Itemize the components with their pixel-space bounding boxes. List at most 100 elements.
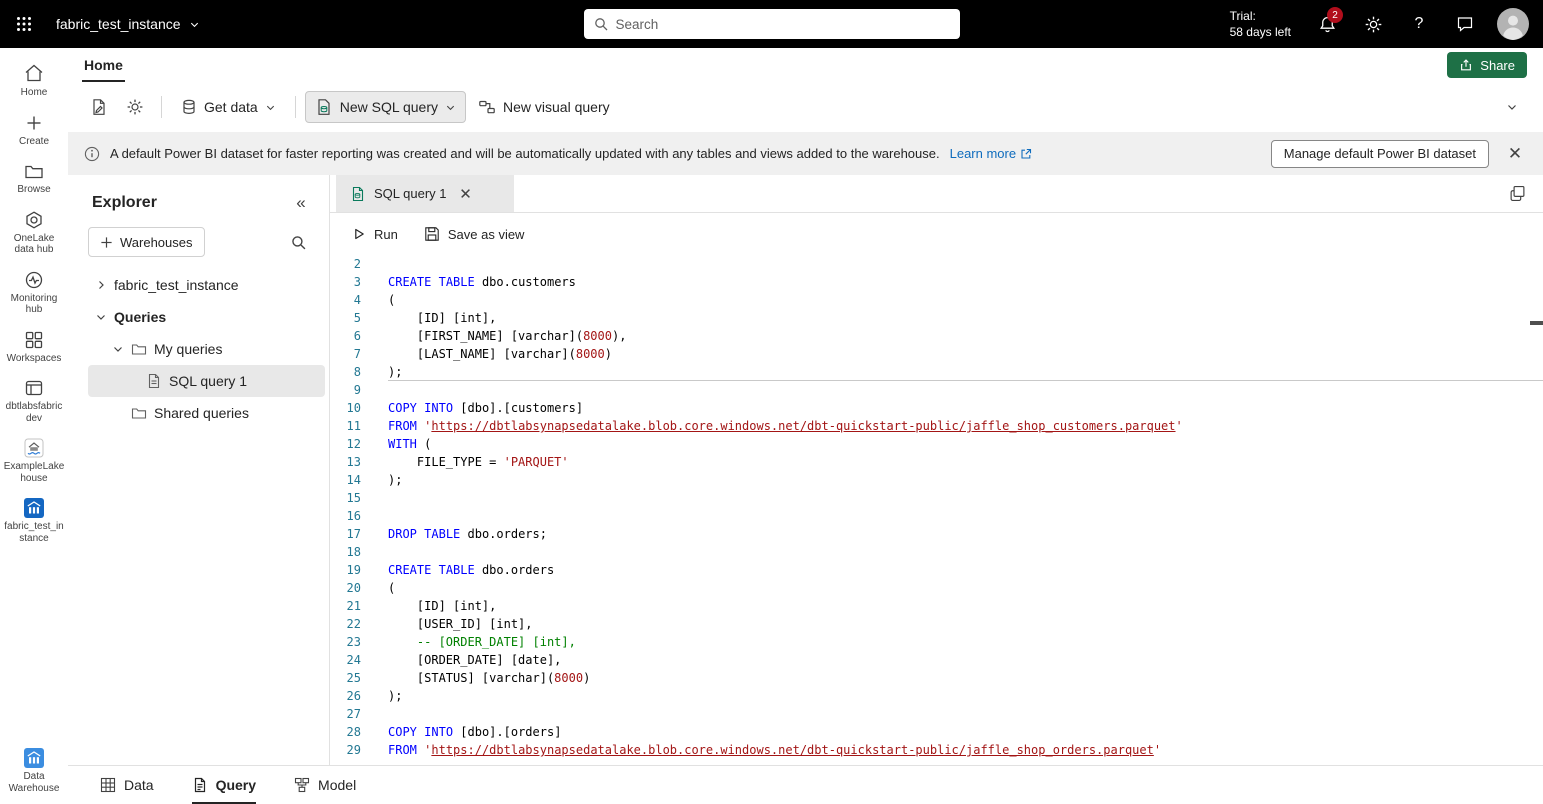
collapse-explorer-button[interactable]: «	[287, 189, 315, 217]
code-line[interactable]: 4(	[330, 291, 1543, 309]
code-line[interactable]: 25 [STATUS] [varchar](8000)	[330, 669, 1543, 687]
rail-item-create[interactable]: Create	[1, 109, 67, 152]
rail-item-dbtlabsfabricdev[interactable]: dbtlabsfabricdev	[1, 374, 67, 428]
code-line[interactable]: 29FROM 'https://dbtlabsynapsedatalake.bl…	[330, 741, 1543, 759]
scrollbar-marker[interactable]	[1530, 321, 1543, 325]
code-line[interactable]: 7 [LAST_NAME] [varchar](8000)	[330, 345, 1543, 363]
line-number[interactable]: 4	[330, 291, 361, 309]
code-line[interactable]: 6 [FIRST_NAME] [varchar](8000),	[330, 327, 1543, 345]
code-line[interactable]: 8);	[330, 363, 1543, 381]
code-line[interactable]: 27	[330, 705, 1543, 723]
line-number[interactable]: 23	[330, 633, 361, 651]
code-line[interactable]: 26);	[330, 687, 1543, 705]
code-line[interactable]: 21 [ID] [int],	[330, 597, 1543, 615]
line-number[interactable]: 16	[330, 507, 361, 525]
explorer-search-button[interactable]	[283, 227, 313, 257]
new-report-button[interactable]	[82, 91, 116, 123]
banner-close-button[interactable]: ✕	[1499, 138, 1531, 170]
tab-close-button[interactable]: ✕	[455, 183, 477, 205]
manage-default-dataset-button[interactable]: Manage default Power BI dataset	[1271, 140, 1489, 168]
rail-item-fabric-test-instance[interactable]: fabric_test_instance	[1, 494, 67, 548]
save-as-view-button[interactable]: Save as view	[416, 218, 533, 250]
line-number[interactable]: 25	[330, 669, 361, 687]
code-line[interactable]: 5 [ID] [int],	[330, 309, 1543, 327]
tree-item-my-queries[interactable]: My queries	[88, 333, 325, 365]
code-line[interactable]: 24 [ORDER_DATE] [date],	[330, 651, 1543, 669]
code-line[interactable]: 16	[330, 507, 1543, 525]
rail-item-monitoring-hub[interactable]: Monitoring hub	[1, 266, 67, 320]
code-line[interactable]: 22 [USER_ID] [int],	[330, 615, 1543, 633]
line-number[interactable]: 9	[330, 381, 361, 399]
code-line[interactable]: 18	[330, 543, 1543, 561]
warehouse-settings-button[interactable]	[118, 91, 152, 123]
code-line[interactable]: 19CREATE TABLE dbo.orders	[330, 561, 1543, 579]
feedback-button[interactable]	[1445, 0, 1485, 48]
code-line[interactable]: 3CREATE TABLE dbo.customers	[330, 273, 1543, 291]
line-number[interactable]: 11	[330, 417, 361, 435]
line-number[interactable]: 14	[330, 471, 361, 489]
view-tab-query[interactable]: Query	[192, 766, 256, 804]
line-number[interactable]: 2	[330, 255, 361, 273]
line-number[interactable]: 24	[330, 651, 361, 669]
new-sql-query-button[interactable]: New SQL query	[305, 91, 466, 123]
get-data-button[interactable]: Get data	[171, 91, 286, 123]
code-line[interactable]: 2	[330, 255, 1543, 273]
ribbon-tab-home[interactable]: Home	[82, 48, 125, 82]
tab-sql-query-1[interactable]: SQL query 1 ✕	[336, 175, 514, 212]
tree-item-shared-queries[interactable]: Shared queries	[88, 397, 325, 429]
line-number[interactable]: 10	[330, 399, 361, 417]
line-number[interactable]: 28	[330, 723, 361, 741]
notifications-button[interactable]: 2	[1307, 0, 1347, 48]
line-number[interactable]: 20	[330, 579, 361, 597]
line-number[interactable]: 7	[330, 345, 361, 363]
view-tab-data[interactable]: Data	[100, 766, 154, 804]
learn-more-link[interactable]: Learn more	[950, 146, 1032, 161]
workspace-switcher[interactable]: fabric_test_instance	[48, 0, 208, 48]
line-number[interactable]: 18	[330, 543, 361, 561]
share-button[interactable]: Share	[1447, 52, 1527, 78]
copy-button[interactable]	[1503, 180, 1531, 208]
code-line[interactable]: 10COPY INTO [dbo].[customers]	[330, 399, 1543, 417]
code-line[interactable]: 20(	[330, 579, 1543, 597]
code-line[interactable]: 15	[330, 489, 1543, 507]
line-number[interactable]: 8	[330, 363, 361, 381]
help-button[interactable]: ?	[1399, 0, 1439, 48]
line-number[interactable]: 21	[330, 597, 361, 615]
rail-item-browse[interactable]: Browse	[1, 157, 67, 200]
rail-item-examplelakehouse[interactable]: ExampleLakehouse	[1, 434, 67, 488]
line-number[interactable]: 27	[330, 705, 361, 723]
line-number[interactable]: 26	[330, 687, 361, 705]
line-number[interactable]: 3	[330, 273, 361, 291]
code-line[interactable]: 28COPY INTO [dbo].[orders]	[330, 723, 1543, 741]
collapse-ribbon-button[interactable]	[1495, 91, 1529, 123]
code-line[interactable]: 14);	[330, 471, 1543, 489]
line-number[interactable]: 19	[330, 561, 361, 579]
line-number[interactable]: 22	[330, 615, 361, 633]
tree-item-sql-query-1[interactable]: SQL query 1	[88, 365, 325, 397]
line-number[interactable]: 13	[330, 453, 361, 471]
line-number[interactable]: 29	[330, 741, 361, 759]
rail-item-onelake-data-hub[interactable]: OneLake data hub	[1, 206, 67, 260]
global-search-box[interactable]	[584, 9, 960, 39]
rail-item-workspaces[interactable]: Workspaces	[1, 326, 67, 369]
run-button[interactable]: Run	[344, 218, 406, 250]
line-number[interactable]: 17	[330, 525, 361, 543]
code-line[interactable]: 17DROP TABLE dbo.orders;	[330, 525, 1543, 543]
code-line[interactable]: 11FROM 'https://dbtlabsynapsedatalake.bl…	[330, 417, 1543, 435]
code-line[interactable]: 13 FILE_TYPE = 'PARQUET'	[330, 453, 1543, 471]
settings-button[interactable]	[1353, 0, 1393, 48]
rail-item-home[interactable]: Home	[1, 58, 67, 103]
view-tab-model[interactable]: Model	[294, 766, 356, 804]
code-line[interactable]: 9	[330, 381, 1543, 399]
code-line[interactable]: 23 -- [ORDER_DATE] [int],	[330, 633, 1543, 651]
code-line[interactable]: 12WITH (	[330, 435, 1543, 453]
tree-item-queries[interactable]: Queries	[88, 301, 325, 333]
line-number[interactable]: 15	[330, 489, 361, 507]
line-number[interactable]: 12	[330, 435, 361, 453]
sql-code-editor[interactable]: 23CREATE TABLE dbo.customers4(5 [ID] [in…	[330, 255, 1543, 765]
rail-item-data-warehouse[interactable]: Data Warehouse	[1, 744, 67, 798]
tree-item-warehouse-root[interactable]: fabric_test_instance	[88, 269, 325, 301]
new-visual-query-button[interactable]: New visual query	[468, 91, 620, 123]
line-number[interactable]: 5	[330, 309, 361, 327]
app-launcher-button[interactable]	[0, 0, 48, 48]
